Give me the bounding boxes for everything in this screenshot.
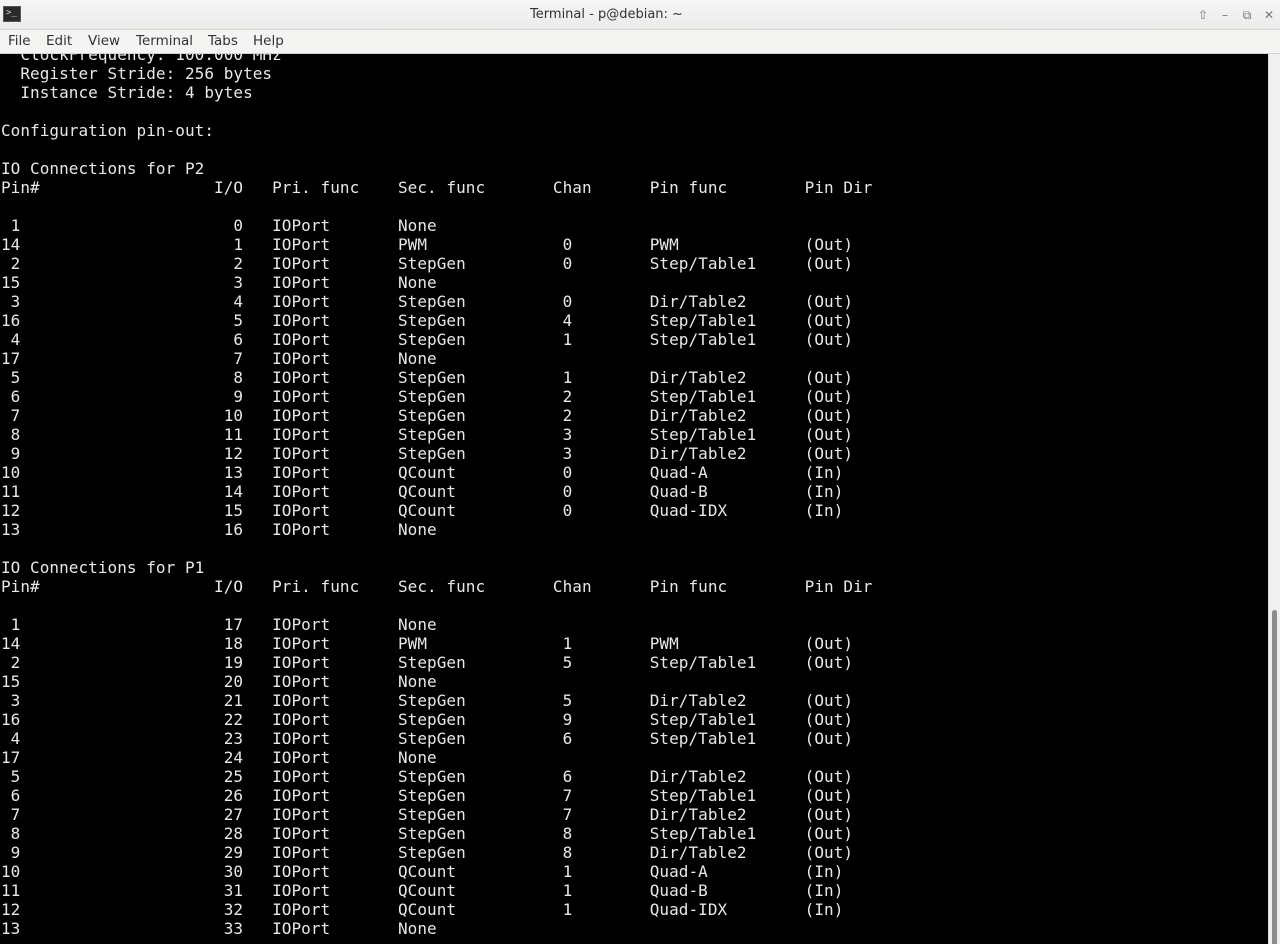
terminal-line: 15 20 IOPort None [1,672,437,691]
terminal-line: 13 16 IOPort None [1,520,437,539]
scrollbar-thumb[interactable] [1272,610,1277,944]
window-minimize-button[interactable]: – [1216,6,1234,24]
window-title: Terminal - p@debian: ~ [530,7,683,22]
terminal-line: 8 11 IOPort StepGen 3 Step/Table1 (Out) [1,425,854,444]
title-bar[interactable]: >_ Terminal - p@debian: ~ ⇧ – ⧉ ✕ [0,0,1280,30]
vertical-scrollbar[interactable] [1268,54,1280,944]
terminal-line: 7 10 IOPort StepGen 2 Dir/Table2 (Out) [1,406,854,425]
terminal-line: 10 13 IOPort QCount 0 Quad-A (In) [1,463,844,482]
terminal-line: 1 17 IOPort None [1,615,437,634]
terminal-line: Configuration pin-out: [1,121,215,140]
menu-view[interactable]: View [88,30,120,53]
terminal-line: 15 3 IOPort None [1,273,437,292]
terminal-line: Register Stride: 256 bytes [1,64,273,83]
terminal-line: 16 5 IOPort StepGen 4 Step/Table1 (Out) [1,311,854,330]
terminal-line: 9 29 IOPort StepGen 8 Dir/Table2 (Out) [1,843,854,862]
terminal-line: 11 31 IOPort QCount 1 Quad-B (In) [1,881,844,900]
terminal-line: 17 24 IOPort None [1,748,437,767]
terminal-line: 4 23 IOPort StepGen 6 Step/Table1 (Out) [1,729,854,748]
terminal-line: 12 32 IOPort QCount 1 Quad-IDX (In) [1,900,844,919]
terminal-output-area[interactable]: ClockFrequency: 100.000 MHz Register Str… [0,54,1268,944]
menu-file[interactable]: File [8,30,31,53]
terminal-line: 11 14 IOPort QCount 0 Quad-B (In) [1,482,844,501]
terminal-line: Pin# I/O Pri. func Sec. func Chan Pin fu… [1,178,873,197]
terminal-line: 4 6 IOPort StepGen 1 Step/Table1 (Out) [1,330,854,349]
terminal-line: 9 12 IOPort StepGen 3 Dir/Table2 (Out) [1,444,854,463]
terminal-line: 14 18 IOPort PWM 1 PWM (Out) [1,634,854,653]
terminal-line: 3 21 IOPort StepGen 5 Dir/Table2 (Out) [1,691,854,710]
terminal-line: 8 28 IOPort StepGen 8 Step/Table1 (Out) [1,824,854,843]
terminal-line: 3 4 IOPort StepGen 0 Dir/Table2 (Out) [1,292,854,311]
terminal-line: 1 0 IOPort None [1,216,437,235]
window-up-icon[interactable]: ⇧ [1194,6,1212,24]
menu-tabs[interactable]: Tabs [208,30,238,53]
window-maximize-button[interactable]: ⧉ [1238,6,1256,24]
terminal-line: 2 2 IOPort StepGen 0 Step/Table1 (Out) [1,254,854,273]
terminal-line: 16 22 IOPort StepGen 9 Step/Table1 (Out) [1,710,854,729]
terminal-line: 17 7 IOPort None [1,349,437,368]
terminal-line: 12 15 IOPort QCount 0 Quad-IDX (In) [1,501,844,520]
terminal-line: 13 33 IOPort None [1,919,437,938]
menu-edit[interactable]: Edit [46,30,72,53]
terminal-line: 10 30 IOPort QCount 1 Quad-A (In) [1,862,844,881]
terminal-line: IO Connections for P2 [1,159,205,178]
terminal-line: 7 27 IOPort StepGen 7 Dir/Table2 (Out) [1,805,854,824]
terminal-line: ClockFrequency: 100.000 MHz [1,54,282,64]
menu-terminal[interactable]: Terminal [136,30,193,53]
terminal-line: 6 9 IOPort StepGen 2 Step/Table1 (Out) [1,387,854,406]
terminal-line: IO Connections for P1 [1,558,205,577]
terminal-text: ClockFrequency: 100.000 MHz Register Str… [1,54,872,938]
terminal-line: 2 19 IOPort StepGen 5 Step/Table1 (Out) [1,653,854,672]
terminal-line: 5 25 IOPort StepGen 6 Dir/Table2 (Out) [1,767,854,786]
terminal-line: Pin# I/O Pri. func Sec. func Chan Pin fu… [1,577,873,596]
terminal-line: 14 1 IOPort PWM 0 PWM (Out) [1,235,854,254]
window-close-button[interactable]: ✕ [1260,6,1278,24]
terminal-line: 6 26 IOPort StepGen 7 Step/Table1 (Out) [1,786,854,805]
terminal-line: 5 8 IOPort StepGen 1 Dir/Table2 (Out) [1,368,854,387]
terminal-line: Instance Stride: 4 bytes [1,83,253,102]
menu-help[interactable]: Help [253,30,284,53]
menu-bar: File Edit View Terminal Tabs Help [0,30,1280,54]
